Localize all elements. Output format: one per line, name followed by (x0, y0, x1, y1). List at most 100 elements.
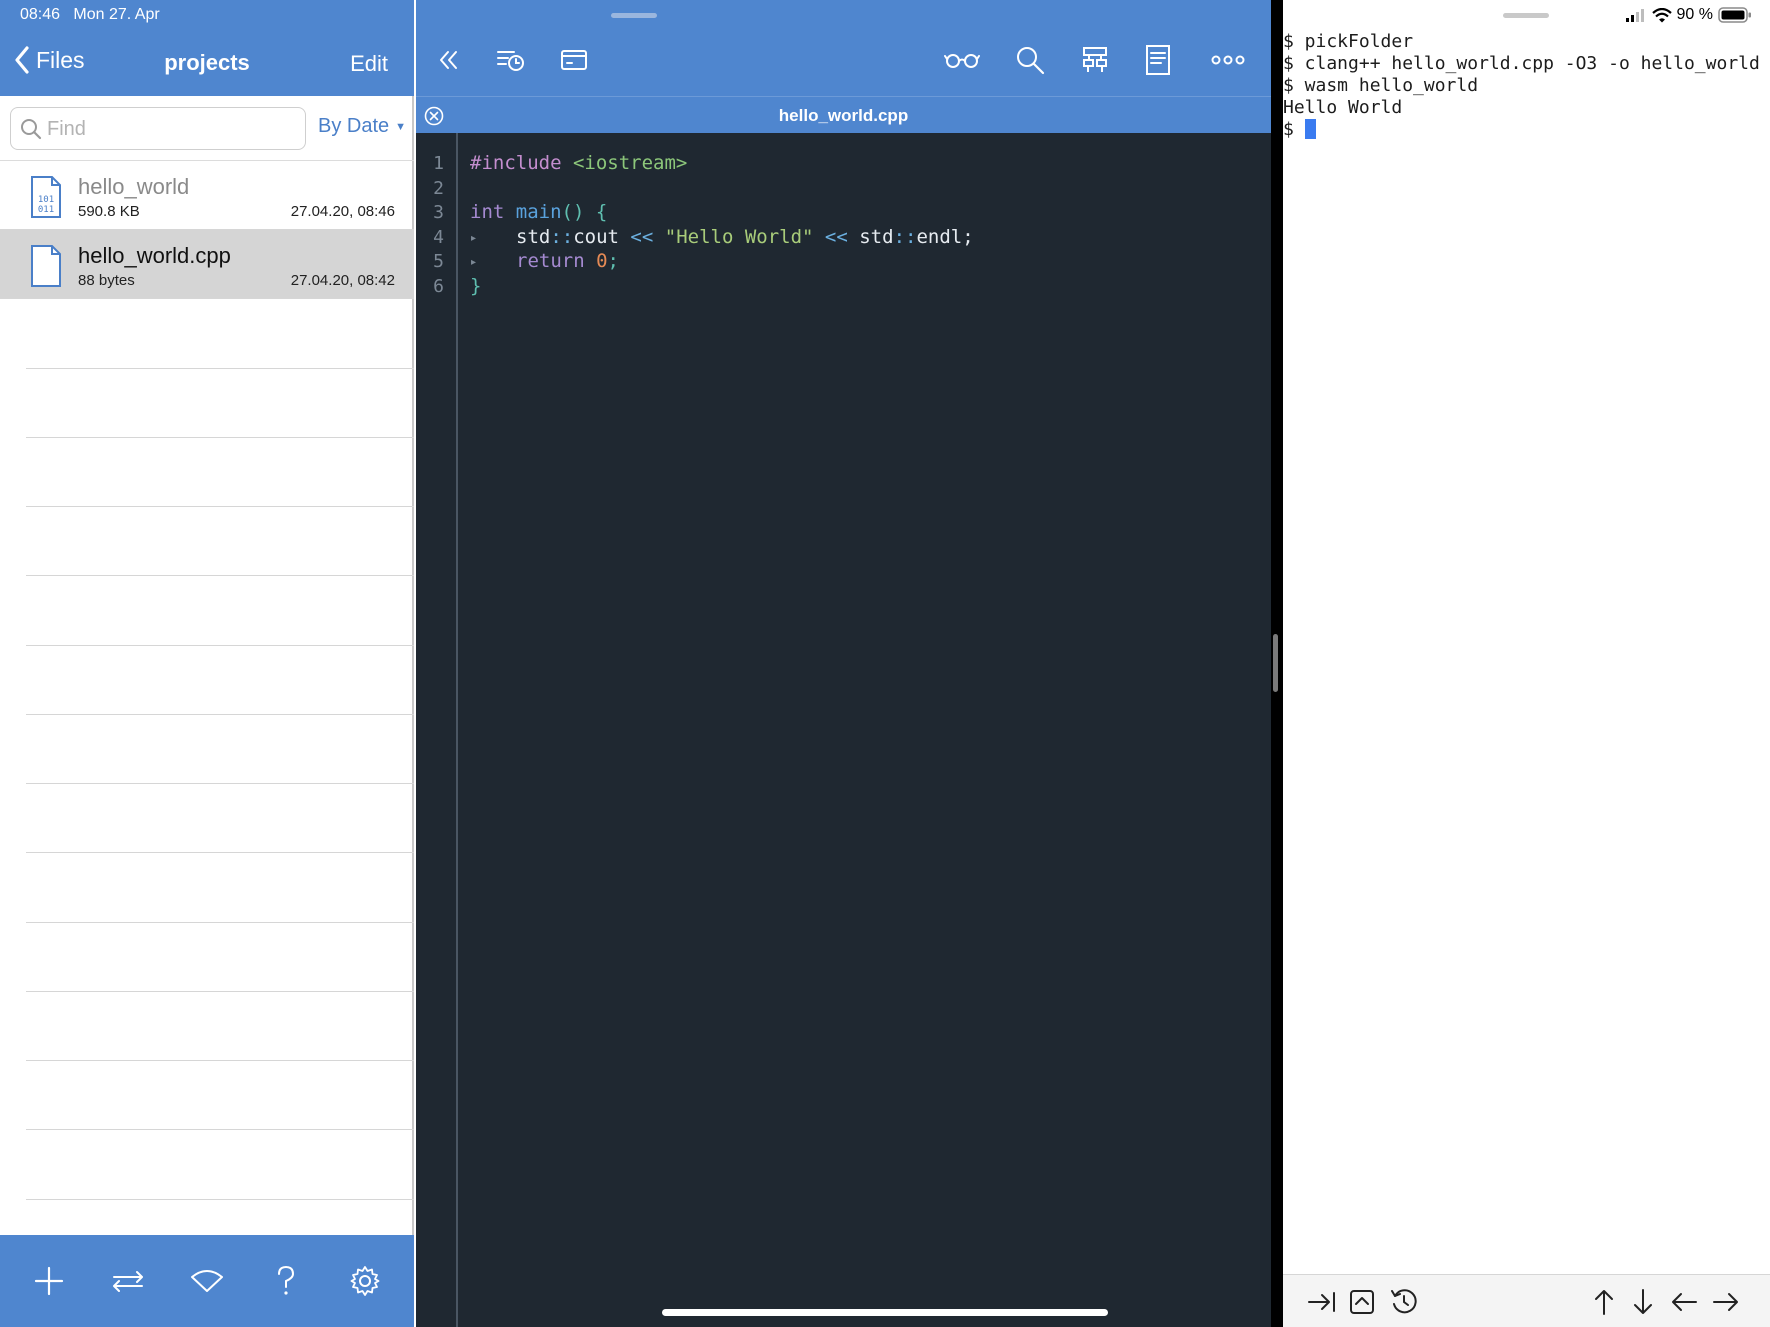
terminal-key-toolbar (1283, 1274, 1770, 1327)
layout-icon (1083, 47, 1107, 72)
collapse-sidebar-button[interactable] (429, 40, 469, 80)
binary-file-icon: 101 011 (31, 176, 61, 218)
arrow-up-key-button[interactable] (1587, 1285, 1621, 1319)
svg-text:011: 011 (38, 205, 54, 215)
plus-icon (35, 1266, 64, 1296)
code-token: } (470, 275, 482, 297)
code-token: 0 (584, 250, 608, 272)
search-icon (1017, 47, 1045, 75)
history-key-button[interactable] (1387, 1285, 1421, 1319)
status-indicators: 90 % (1625, 6, 1752, 24)
code-line-3: int main() { (470, 201, 607, 223)
code-token: <iostream> (561, 152, 688, 174)
line-number: 6 (433, 276, 444, 297)
tab-key-button[interactable] (1305, 1285, 1339, 1319)
history-icon (497, 51, 524, 71)
file-row-hello-world[interactable]: 101 011 hello_world 590.8 KB 27.04.20, 0… (0, 161, 414, 230)
terminal-icon (561, 50, 587, 70)
file-row-hello-world-cpp[interactable]: hello_world.cpp 88 bytes 27.04.20, 08:42 (0, 230, 414, 299)
list-separator (26, 368, 414, 369)
code-token: return (516, 250, 585, 272)
terminal-line: Hello World (1283, 97, 1403, 118)
wifi-icon (190, 1270, 223, 1292)
arrow-left-key-button[interactable] (1667, 1285, 1701, 1319)
status-time-date: 08:46 Mon 27. Apr (20, 6, 160, 24)
code-token: std (516, 226, 551, 248)
line-number-gutter: 1 2 3 4 5 6 (416, 133, 458, 1327)
history-button[interactable] (491, 40, 531, 80)
code-editor-pane: hello_world.cpp 1 2 3 4 5 6 #include <io… (416, 0, 1271, 1327)
code-line-6: } (470, 275, 481, 297)
files-header: 08:46 Mon 27. Apr Files projects Edit (0, 0, 414, 96)
transfer-button[interactable] (106, 1259, 150, 1303)
fold-marker-icon[interactable]: ▸ (471, 233, 476, 244)
document-button[interactable] (1138, 40, 1178, 80)
file-name: hello_world (78, 174, 190, 199)
transfer-arrows-icon (113, 1271, 144, 1292)
history-icon (1391, 1289, 1417, 1314)
layout-button[interactable] (1075, 40, 1115, 80)
arrow-down-icon (1634, 1289, 1652, 1314)
line-number: 1 (433, 153, 444, 174)
terminal-prompt: $ (1283, 119, 1305, 140)
files-toolbar (0, 1235, 414, 1327)
status-date: Mon 27. Apr (73, 6, 160, 23)
window-grabber[interactable] (611, 13, 657, 18)
line-number: 4 (433, 227, 444, 248)
window-grabber[interactable] (1503, 13, 1549, 18)
preview-button[interactable] (942, 40, 982, 80)
file-date: 27.04.20, 08:42 (290, 272, 395, 289)
gear-icon (350, 1266, 379, 1296)
arrow-right-key-button[interactable] (1709, 1285, 1743, 1319)
add-button[interactable] (27, 1259, 71, 1303)
file-tab[interactable]: hello_world.cpp (416, 96, 1271, 133)
edit-button[interactable]: Edit (350, 51, 388, 77)
home-indicator[interactable] (662, 1309, 1108, 1316)
document-icon (1146, 45, 1170, 75)
cellular-signal-icon (1625, 9, 1644, 22)
terminal-line: $ wasm hello_world (1283, 75, 1479, 96)
code-token: #include (470, 152, 562, 174)
control-key-button[interactable] (1345, 1285, 1379, 1319)
code-token: ; (607, 250, 619, 272)
glasses-icon (944, 54, 980, 68)
list-separator (26, 1199, 414, 1200)
list-separator (26, 575, 414, 576)
terminal-prompt-line[interactable]: $ (1283, 119, 1316, 140)
arrow-down-key-button[interactable] (1626, 1285, 1660, 1319)
list-separator (26, 506, 414, 507)
code-line-4: std::cout << "Hello World" << std::endl; (516, 226, 974, 248)
more-icon (1211, 55, 1245, 65)
sort-by-date-button[interactable]: By Date ▼ (318, 115, 406, 138)
list-separator (26, 852, 414, 853)
list-separator (26, 714, 414, 715)
double-chevron-left-icon (440, 51, 457, 69)
more-button[interactable] (1208, 40, 1248, 80)
file-size: 590.8 KB (78, 203, 140, 220)
list-separator (26, 437, 414, 438)
code-token: endl; (916, 226, 974, 248)
svg-text:101: 101 (38, 195, 54, 205)
search-field[interactable] (10, 107, 306, 150)
file-browser-pane: 08:46 Mon 27. Apr Files projects Edit By… (0, 0, 414, 1327)
settings-button[interactable] (343, 1259, 387, 1303)
list-separator (26, 922, 414, 923)
wifi-signal-icon (1651, 7, 1672, 22)
code-token: :: (550, 226, 574, 248)
search-input[interactable] (47, 114, 297, 144)
terminal-button[interactable] (554, 40, 594, 80)
file-size: 88 bytes (78, 272, 135, 289)
list-separator (26, 783, 414, 784)
terminal-pane[interactable]: 90 % $ pickFolder $ clang++ hello_world.… (1283, 0, 1770, 1327)
code-token: << (618, 226, 665, 248)
wifi-sharing-button[interactable] (185, 1259, 229, 1303)
text-cursor (1304, 119, 1316, 139)
list-separator (26, 645, 414, 646)
split-view-handle[interactable] (1273, 634, 1278, 692)
help-button[interactable] (264, 1259, 308, 1303)
search-icon (21, 119, 42, 140)
sort-label: By Date (318, 115, 390, 137)
search-button[interactable] (1010, 40, 1050, 80)
fold-marker-icon[interactable]: ▸ (471, 257, 476, 268)
tab-title: hello_world.cpp (778, 106, 909, 125)
